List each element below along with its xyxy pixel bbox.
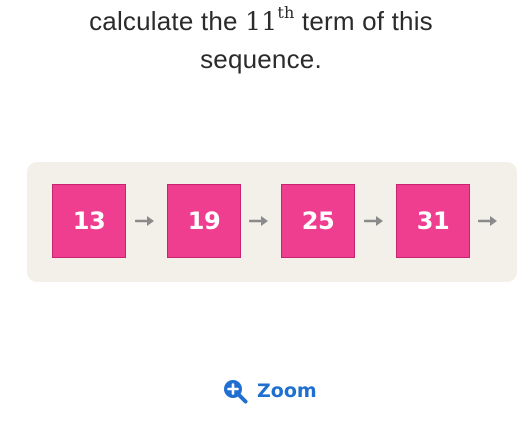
sequence-term-1: 13	[52, 184, 126, 258]
arrow-right-icon	[249, 214, 271, 228]
sequence-term-3: 25	[281, 184, 355, 258]
arrow-right-icon	[135, 214, 157, 228]
zoom-button[interactable]: Zoom	[222, 376, 317, 406]
sequence-term-4: 31	[396, 184, 470, 258]
arrow-right-icon	[478, 214, 500, 228]
term-ordinal-suffix: th	[277, 3, 295, 22]
question-line-2: sequence.	[200, 44, 322, 74]
arrow-right-icon	[364, 214, 386, 228]
zoom-in-icon	[224, 380, 248, 404]
term-number: 11	[245, 7, 278, 36]
question-line-1: calculate the 11th term of this	[0, 2, 522, 41]
question-text-before: calculate the	[89, 6, 246, 36]
question-text-after: term of this	[294, 6, 433, 36]
sequence-term-2: 19	[167, 184, 241, 258]
zoom-label[interactable]: Zoom	[257, 380, 317, 402]
